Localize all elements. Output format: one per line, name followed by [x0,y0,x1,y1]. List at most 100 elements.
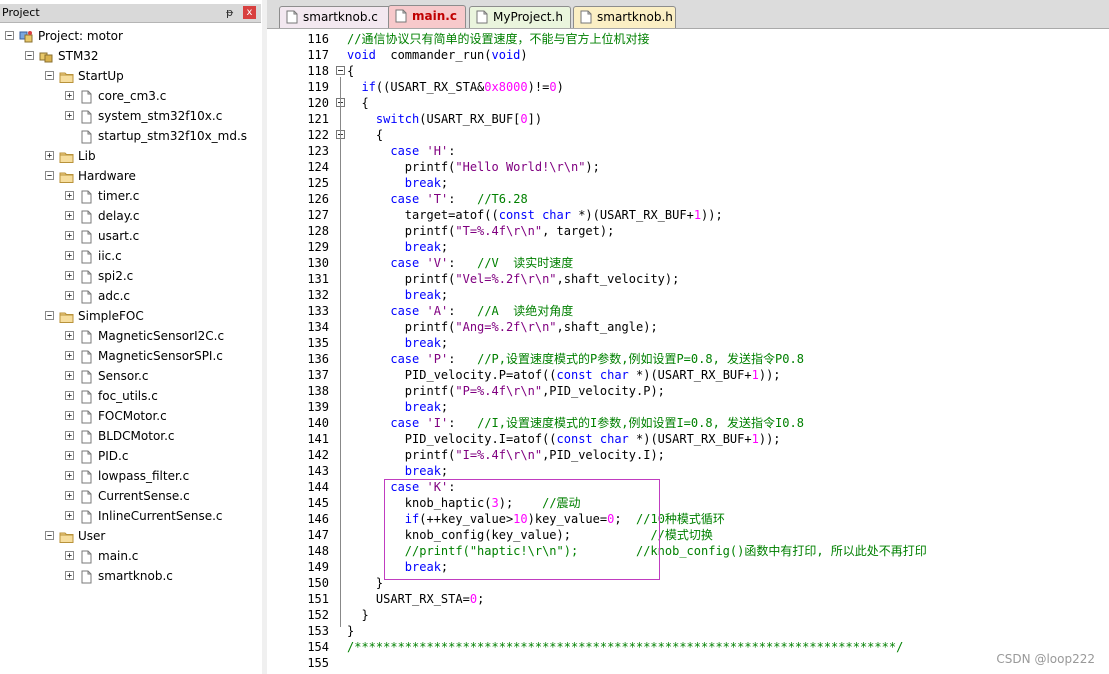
tree-item[interactable]: − User [0,526,260,546]
code-line[interactable]: if((USART_RX_STA&0x8000)!=0) [347,79,563,95]
tree-item[interactable]: + lowpass_filter.c [0,466,260,486]
expand-toggle-icon[interactable]: + [45,151,54,160]
code-line[interactable]: PID_velocity.I=atof((const char *)(USART… [347,431,781,447]
code-line[interactable]: { [347,95,368,111]
tree-item[interactable]: + Lib [0,146,260,166]
file-tab-icon [580,10,592,24]
tree-item[interactable]: + MagneticSensorI2C.c [0,326,260,346]
tree-item[interactable]: + spi2.c [0,266,260,286]
code-line[interactable]: case 'H': [347,143,455,159]
tree-item[interactable]: − SimpleFOC [0,306,260,326]
tree-item[interactable]: − STM32 [0,46,260,66]
expand-toggle-icon[interactable]: + [65,291,74,300]
tree-item[interactable]: + FOCMotor.c [0,406,260,426]
code-line[interactable]: switch(USART_RX_BUF[0]) [347,111,542,127]
collapse-toggle-icon[interactable]: − [45,171,54,180]
expand-toggle-icon[interactable]: + [65,551,74,560]
tree-item[interactable]: + PID.c [0,446,260,466]
expand-toggle-icon[interactable]: + [65,271,74,280]
code-line[interactable]: break; [347,335,448,351]
collapse-toggle-icon[interactable]: − [25,51,34,60]
code-line[interactable]: printf("T=%.4f\r\n", target); [347,223,615,239]
code-line[interactable]: break; [347,287,448,303]
tree-item[interactable]: + delay.c [0,206,260,226]
expand-toggle-icon[interactable]: + [65,391,74,400]
tree-item[interactable]: + CurrentSense.c [0,486,260,506]
code-line[interactable]: } [347,623,354,639]
tab-myproject-h[interactable]: MyProject.h [469,6,571,28]
code-line[interactable]: case 'I': //I,设置速度模式的I参数,例如设置I=0.8, 发送指令… [347,415,804,431]
fold-toggle-icon[interactable] [336,66,345,75]
tree-item[interactable]: − Project: motor [0,26,260,46]
collapse-toggle-icon[interactable]: − [45,531,54,540]
tree-item[interactable]: + system_stm32f10x.c [0,106,260,126]
code-line[interactable]: break; [347,463,448,479]
code-line[interactable]: { [347,127,383,143]
expand-toggle-icon[interactable]: + [65,211,74,220]
code-token: void [347,48,376,62]
code-line[interactable]: printf("Ang=%.2f\r\n",shaft_angle); [347,319,658,335]
tree-item[interactable]: + adc.c [0,286,260,306]
tree-item[interactable]: + BLDCMotor.c [0,426,260,446]
code-line[interactable]: void commander_run(void) [347,47,528,63]
tree-item[interactable]: − StartUp [0,66,260,86]
tree-item[interactable]: + usart.c [0,226,260,246]
expand-toggle-icon[interactable]: + [65,451,74,460]
tree-item[interactable]: + iic.c [0,246,260,266]
expand-toggle-icon[interactable]: + [65,251,74,260]
code-line[interactable]: printf("Vel=%.2f\r\n",shaft_velocity); [347,271,680,287]
tree-item[interactable]: − Hardware [0,166,260,186]
code-line[interactable]: PID_velocity.P=atof((const char *)(USART… [347,367,781,383]
code-line[interactable]: case 'P': //P,设置速度模式的P参数,例如设置P=0.8, 发送指令… [347,351,804,367]
tab-smartknob-h[interactable]: smartknob.h [573,6,676,28]
tab-main-c[interactable]: main.c [388,5,466,28]
expand-toggle-icon[interactable]: + [65,91,74,100]
code-line[interactable]: } [347,575,383,591]
code-line[interactable]: break; [347,239,448,255]
code-token: : [448,304,478,318]
code-line[interactable]: /***************************************… [347,639,903,655]
code-line[interactable]: } [347,607,368,623]
tree-item[interactable]: + foc_utils.c [0,386,260,406]
collapse-toggle-icon[interactable]: − [5,31,14,40]
code-line[interactable]: case 'V': //V 读实时速度 [347,255,573,271]
expand-toggle-icon[interactable]: + [65,491,74,500]
tree-item[interactable]: + main.c [0,546,260,566]
code-line[interactable]: break; [347,399,448,415]
expand-toggle-icon[interactable]: + [65,331,74,340]
code-line[interactable]: case 'A': //A 读绝对角度 [347,303,573,319]
tree-item[interactable]: startup_stm32f10x_md.s [0,126,260,146]
tree-item[interactable]: + timer.c [0,186,260,206]
tab-smartknob-c[interactable]: smartknob.c [279,6,397,28]
code-line[interactable]: { [347,63,354,79]
tree-item[interactable]: + smartknob.c [0,566,260,586]
expand-toggle-icon[interactable]: + [65,191,74,200]
code-token: )); [701,208,723,222]
tree-item[interactable]: + core_cm3.c [0,86,260,106]
collapse-toggle-icon[interactable]: − [45,71,54,80]
code-line[interactable]: //通信协议只有简单的设置速度，不能与官方上位机对接 [347,31,649,47]
code-line[interactable]: USART_RX_STA=0; [347,591,484,607]
code-line[interactable]: printf("Hello World!\r\n"); [347,159,600,175]
expand-toggle-icon[interactable]: + [65,351,74,360]
pin-button[interactable]: ᵽ [226,6,233,19]
tree-item[interactable]: + InlineCurrentSense.c [0,506,260,526]
expand-toggle-icon[interactable]: + [65,411,74,420]
tree-item[interactable]: + Sensor.c [0,366,260,386]
expand-toggle-icon[interactable]: + [65,431,74,440]
expand-toggle-icon[interactable]: + [65,571,74,580]
collapse-toggle-icon[interactable]: − [45,311,54,320]
code-line[interactable]: printf("I=%.4f\r\n",PID_velocity.I); [347,447,665,463]
expand-toggle-icon[interactable]: + [65,511,74,520]
code-line[interactable]: break; [347,175,448,191]
code-line[interactable]: printf("P=%.4f\r\n",PID_velocity.P); [347,383,665,399]
expand-toggle-icon[interactable]: + [65,231,74,240]
tree-item-label: iic.c [98,249,122,263]
expand-toggle-icon[interactable]: + [65,371,74,380]
code-line[interactable]: case 'T': //T6.28 [347,191,527,207]
expand-toggle-icon[interactable]: + [65,111,74,120]
expand-toggle-icon[interactable]: + [65,471,74,480]
code-line[interactable]: target=atof((const char *)(USART_RX_BUF+… [347,207,723,223]
tree-item[interactable]: + MagneticSensorSPI.c [0,346,260,366]
close-button[interactable]: x [243,6,256,19]
